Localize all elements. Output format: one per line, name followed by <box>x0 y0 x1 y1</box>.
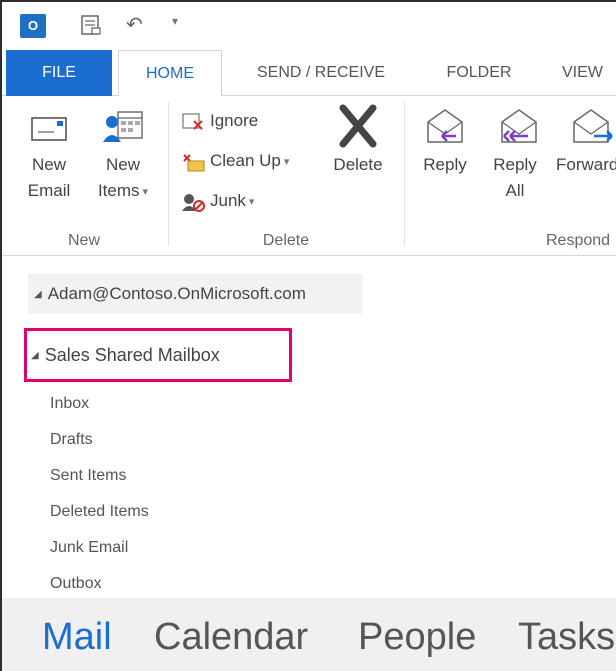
new-items-label-line1: New <box>105 155 140 174</box>
group-label-new: New <box>67 232 100 249</box>
new-email-label-line1: New <box>31 155 66 174</box>
ignore-button[interactable]: Ignore <box>180 106 258 136</box>
new-items-label-line2: Items ▾ <box>86 178 160 205</box>
reply-all-label-line2: All <box>505 181 525 200</box>
junk-icon <box>180 191 206 213</box>
send-receive-all-icon[interactable] <box>80 14 102 36</box>
expand-triangle-icon[interactable]: ◢ <box>31 332 39 380</box>
tab-view[interactable]: VIEW <box>550 50 616 96</box>
junk-label: Junk <box>210 191 246 210</box>
nav-calendar[interactable]: Calendar <box>154 612 308 662</box>
expand-triangle-icon[interactable]: ◢ <box>34 275 42 315</box>
shared-mailbox-name: Sales Shared Mailbox <box>44 345 220 365</box>
group-divider <box>404 102 405 246</box>
folder-inbox[interactable]: Inbox <box>50 386 89 422</box>
nav-tasks[interactable]: Tasks <box>518 612 615 662</box>
ribbon-group-respond: Reply Reply All Forward Respond <box>406 96 616 256</box>
clean-up-icon <box>180 151 206 173</box>
ignore-icon <box>180 111 206 133</box>
folder-drafts[interactable]: Drafts <box>50 422 93 458</box>
dropdown-arrow-icon: ▾ <box>142 185 149 198</box>
ribbon-home: New Email New Items ▾ New Ignore Clean U… <box>2 96 616 256</box>
outlook-window: O ↶ ▾ FILE HOME SEND / RECEIVE FOLDER VI… <box>0 0 616 671</box>
new-items-button[interactable]: New Items ▾ <box>86 104 160 205</box>
group-label-respond: Respond <box>546 232 611 249</box>
reply-label: Reply <box>423 155 467 174</box>
delete-button[interactable]: Delete <box>320 104 396 178</box>
ribbon-group-new: New Email New Items ▾ New <box>2 96 166 256</box>
new-items-label-text: Items <box>97 181 140 200</box>
customize-qat-icon[interactable]: ▾ <box>172 14 178 28</box>
ribbon-group-delete: Ignore Clean Up ▾ Junk ▾ Delete Delete <box>170 96 402 256</box>
folder-junk-email[interactable]: Junk Email <box>50 530 128 566</box>
dropdown-arrow-icon: ▾ <box>248 195 255 208</box>
clean-up-label: Clean Up <box>210 151 281 170</box>
shared-mailbox-row[interactable]: ◢ Sales Shared Mailbox <box>24 328 292 382</box>
folder-outbox[interactable]: Outbox <box>50 566 102 602</box>
delete-x-icon <box>335 104 381 148</box>
reply-icon <box>422 104 468 148</box>
quick-access-toolbar: O ↶ ▾ <box>2 2 616 50</box>
delete-label: Delete <box>333 155 383 174</box>
nav-mail[interactable]: Mail <box>42 612 112 662</box>
reply-all-button[interactable]: Reply All <box>480 104 550 204</box>
dropdown-arrow-icon: ▾ <box>283 155 290 168</box>
clean-up-button[interactable]: Clean Up ▾ <box>180 146 289 176</box>
reply-all-icon <box>492 104 538 148</box>
nav-people[interactable]: People <box>358 612 476 662</box>
folder-sent-items[interactable]: Sent Items <box>50 458 126 494</box>
ribbon-tabs: FILE HOME SEND / RECEIVE FOLDER VIEW <box>2 50 616 97</box>
outlook-app-icon[interactable]: O <box>20 14 46 38</box>
tab-file[interactable]: FILE <box>6 50 112 96</box>
reply-button[interactable]: Reply <box>412 104 478 178</box>
tab-home[interactable]: HOME <box>118 50 222 97</box>
tab-send-receive[interactable]: SEND / RECEIVE <box>228 50 414 96</box>
junk-button[interactable]: Junk ▾ <box>180 186 254 216</box>
new-email-icon <box>26 104 72 148</box>
tab-folder[interactable]: FOLDER <box>416 50 542 96</box>
forward-icon <box>568 104 614 148</box>
reply-all-label-line1: Reply <box>493 155 537 174</box>
folder-pane: ◢ Adam@Contoso.OnMicrosoft.com ◢ Sales Sha… <box>2 258 616 598</box>
new-items-icon <box>100 104 146 148</box>
undo-icon[interactable]: ↶ <box>126 12 143 37</box>
account-name: Adam@Contoso.OnMicrosoft.com <box>47 284 306 303</box>
group-label-delete: Delete <box>262 232 310 249</box>
folder-deleted-items[interactable]: Deleted Items <box>50 494 149 530</box>
forward-label: Forward <box>556 155 616 174</box>
forward-button[interactable]: Forward <box>556 104 616 178</box>
ignore-label: Ignore <box>210 111 259 130</box>
navigation-bar: Mail Calendar People Tasks <box>2 598 616 671</box>
new-email-label-line2: Email <box>27 181 71 200</box>
account-folder-row[interactable]: ◢ Adam@Contoso.OnMicrosoft.com <box>28 274 362 314</box>
group-divider <box>168 102 169 246</box>
new-email-button[interactable]: New Email <box>14 104 84 204</box>
